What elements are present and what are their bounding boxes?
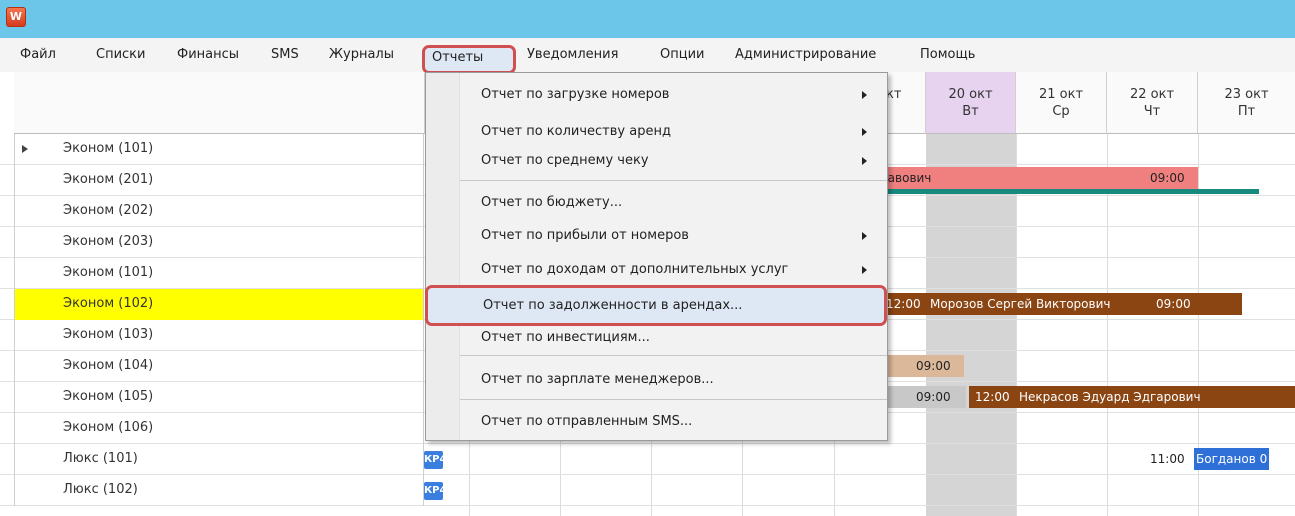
menu-item-investments-report[interactable]: Отчет по инвестициям... (481, 326, 650, 350)
room-name: Люкс (101) (14, 444, 424, 475)
menu-item-rental-count-report[interactable]: Отчет по количеству аренд (481, 120, 671, 144)
day-header[interactable]: 22 окт Чт (1107, 72, 1198, 134)
menu-item-budget-report[interactable]: Отчет по бюджету... (481, 191, 622, 215)
booking-guest: Морозов Сергей Викторович (930, 297, 1111, 311)
app-logo-icon[interactable]: W (6, 7, 26, 27)
day-weekday: Чт (1143, 104, 1161, 119)
menu-reports[interactable]: Отчеты (432, 46, 483, 74)
room-name: Эконом (101) (14, 134, 424, 165)
booking-start-time: 11:00 (1150, 452, 1185, 466)
booking-guest: Некрасов Эдуард Эдгарович (1019, 390, 1201, 404)
booking-start-time: 12:00 (975, 390, 1010, 404)
booking-end-time: 09:00 (916, 390, 951, 404)
room-tag-badge: КР4 (424, 451, 446, 469)
room-name: Эконом (104) (14, 351, 424, 382)
room-name: Эконом (102) (14, 289, 424, 320)
day-date: 21 окт (1038, 87, 1084, 102)
menu-item-sent-sms-report[interactable]: Отчет по отправленным SMS... (481, 410, 692, 434)
day-date: 23 окт (1224, 87, 1269, 102)
submenu-arrow-icon (862, 266, 867, 274)
room-name: Эконом (105) (14, 382, 424, 413)
day-header-today[interactable]: 20 окт Вт (926, 72, 1016, 134)
day-weekday: Вт (962, 104, 979, 119)
booking-start-time: 12:00 (886, 297, 921, 311)
submenu-arrow-icon (862, 91, 867, 99)
room-name: Эконом (106) (14, 413, 424, 444)
booking-end-time: 09:00 (1156, 297, 1191, 311)
room-name: Эконом (201) (14, 165, 424, 196)
menu-icon-gutter (426, 73, 460, 440)
menu-finance[interactable]: Финансы (177, 38, 239, 72)
booking-end-time: 09:00 (1150, 171, 1185, 185)
menu-file[interactable]: Файл (20, 38, 56, 72)
menu-item-room-profit-report[interactable]: Отчет по прибыли от номеров (481, 224, 689, 248)
day-date: 22 окт (1129, 87, 1175, 102)
menu-separator (460, 180, 887, 181)
booking-bar-strip (834, 189, 1259, 194)
menu-bar: Файл Списки Финансы SMS Журналы (0, 38, 1295, 72)
submenu-arrow-icon (862, 232, 867, 240)
menu-item-room-occupancy-report[interactable]: Отчет по загрузке номеров (481, 83, 669, 107)
menu-lists[interactable]: Списки (96, 38, 145, 72)
reports-dropdown-menu: Отчет по загрузке номеров Отчет по колич… (425, 72, 888, 441)
room-header (14, 72, 425, 134)
title-bar: W (0, 0, 1295, 38)
room-row[interactable]: Люкс (102) КР4 (0, 475, 1295, 506)
booking-guest: Богданов 0 (1194, 448, 1270, 470)
menu-separator (460, 399, 887, 400)
menu-item-rental-debt-report-highlight[interactable]: Отчет по задолженности в арендах... (425, 285, 887, 326)
menu-sms[interactable]: SMS (271, 38, 299, 72)
menu-item-rental-debt-report[interactable]: Отчет по задолженности в арендах... (483, 294, 742, 318)
submenu-arrow-icon (862, 128, 867, 136)
room-tag-badge: КР4 (424, 482, 446, 500)
day-header[interactable]: 21 окт Ср (1016, 72, 1107, 134)
day-header[interactable]: 23 окт Пт (1198, 72, 1295, 134)
menu-reports-active[interactable]: Отчеты (422, 45, 516, 74)
day-weekday: Пт (1237, 104, 1256, 119)
menu-options[interactable]: Опции (660, 38, 704, 72)
room-name: Эконом (101) (14, 258, 424, 289)
menu-item-manager-salary-report[interactable]: Отчет по зарплате менеджеров... (481, 368, 714, 392)
booking-bar[interactable]: 12:00 Морозов Сергей Викторович 09:00 (880, 293, 1242, 315)
room-name: Люкс (102) (14, 475, 424, 506)
room-row[interactable]: Люкс (101) КР4 11:00 Богданов 0 (0, 444, 1295, 475)
booking-bar[interactable]: 09:00 (880, 355, 964, 377)
room-name: Эконом (103) (14, 320, 424, 351)
menu-journals[interactable]: Журналы (329, 38, 394, 72)
menu-help[interactable]: Помощь (920, 38, 975, 72)
day-header-partial-text: кт (886, 87, 902, 102)
menu-item-extra-services-report[interactable]: Отчет по доходам от дополнительных услуг (481, 258, 788, 282)
menu-administration[interactable]: Администрирование (735, 38, 876, 72)
room-name: Эконом (202) (14, 196, 424, 227)
menu-separator (460, 355, 887, 356)
menu-notifications[interactable]: Уведомления (527, 38, 618, 72)
day-date: 20 окт (948, 87, 993, 102)
booking-bar[interactable]: лавович 09:00 (834, 167, 1198, 189)
submenu-arrow-icon (862, 157, 867, 165)
booking-bar[interactable]: 11:00 Богданов 0 (1150, 448, 1295, 470)
day-weekday: Ср (1052, 104, 1070, 119)
booking-bar[interactable]: 12:00 Некрасов Эдуард Эдгарович (969, 386, 1295, 408)
room-name: Эконом (203) (14, 227, 424, 258)
booking-end-time: 09:00 (916, 359, 951, 373)
booking-bar[interactable]: 09:00 (880, 386, 966, 408)
menu-item-average-check-report[interactable]: Отчет по среднему чеку (481, 149, 649, 173)
